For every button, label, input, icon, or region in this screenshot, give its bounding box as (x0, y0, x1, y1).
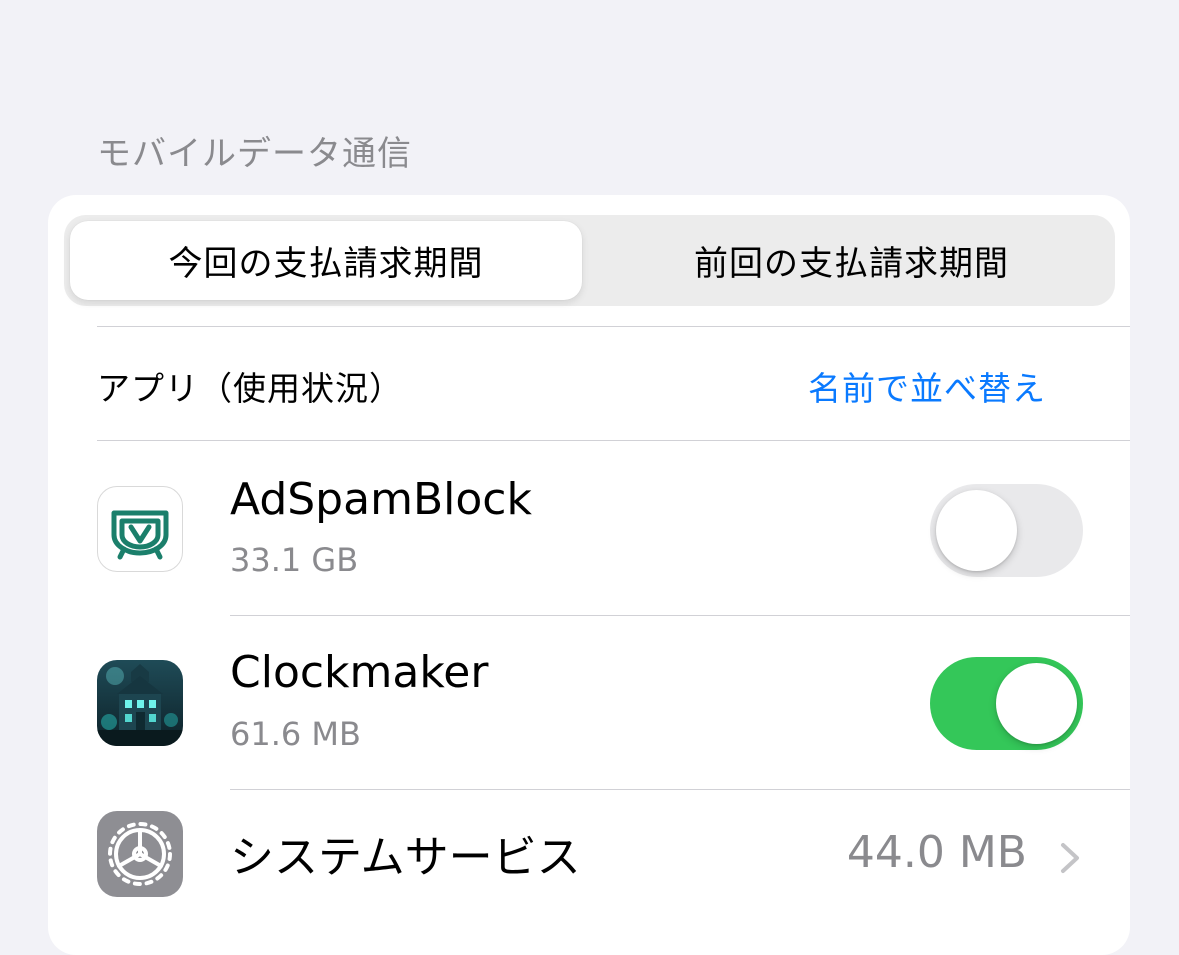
app-name: Clockmaker (230, 647, 489, 698)
app-usage: 61.6 MB (230, 715, 361, 753)
billing-period-segmented-control: 今回の支払請求期間 前回の支払請求期間 (64, 215, 1115, 306)
segment-previous-period[interactable]: 前回の支払請求期間 (594, 221, 1109, 300)
clockmaker-icon (97, 660, 183, 746)
settings-card: 今回の支払請求期間 前回の支払請求期間 アプリ（使用状況） 名前で並べ替え Ad… (48, 195, 1130, 955)
adspamblock-data-toggle[interactable] (930, 484, 1083, 577)
segment-current-period-label: 今回の支払請求期間 (168, 244, 484, 284)
adspamblock-icon (97, 486, 183, 572)
system-services-usage: 44.0 MB (846, 827, 1027, 878)
system-services-label: システムサービス (230, 832, 581, 883)
app-name: AdSpamBlock (230, 474, 532, 525)
divider (230, 615, 1130, 616)
chevron-right-icon (1061, 843, 1079, 873)
segment-current-period[interactable]: 今回の支払請求期間 (70, 221, 582, 300)
section-header-mobile-data: モバイルデータ通信 (97, 134, 412, 174)
apps-usage-label: アプリ（使用状況） (97, 369, 403, 408)
toggle-knob (996, 663, 1077, 744)
divider (97, 440, 1130, 441)
segment-previous-period-label: 前回の支払請求期間 (694, 244, 1009, 284)
gear-icon (97, 811, 183, 897)
app-usage: 33.1 GB (230, 541, 359, 579)
divider (230, 789, 1130, 790)
clockmaker-data-toggle[interactable] (930, 657, 1083, 750)
sort-by-name-link[interactable]: 名前で並べ替え (808, 362, 1046, 410)
toggle-knob (936, 490, 1017, 571)
divider (97, 326, 1130, 327)
